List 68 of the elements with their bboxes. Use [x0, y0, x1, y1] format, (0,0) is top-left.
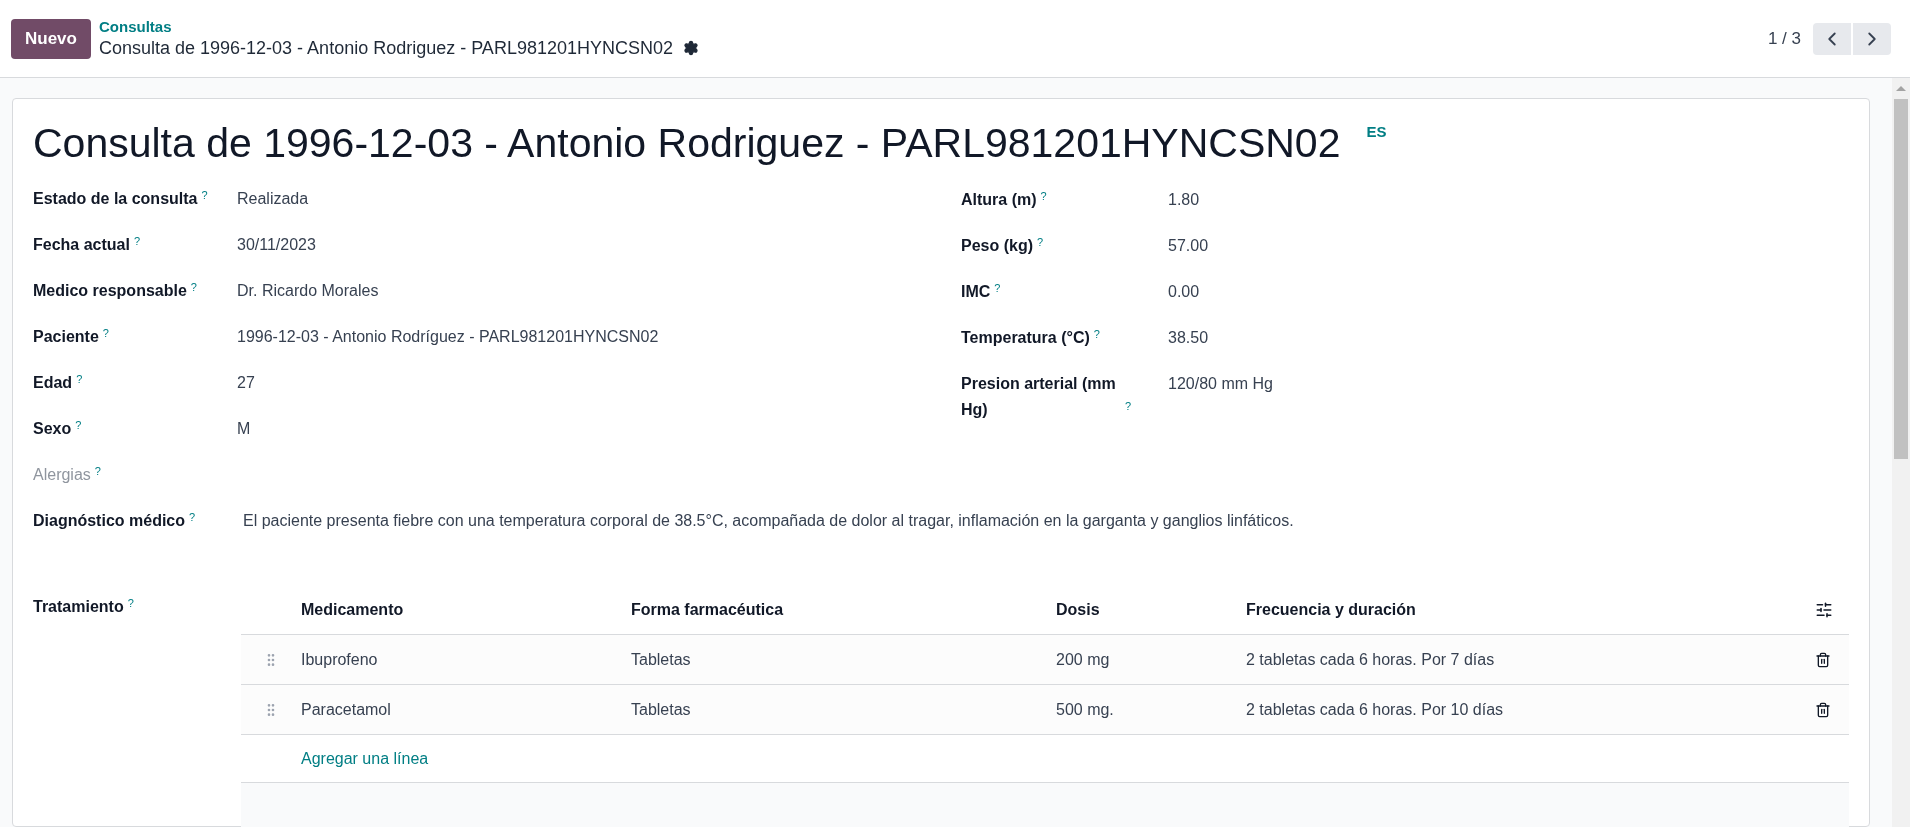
table-cell: Tabletas — [631, 650, 691, 668]
table-cell: 200 mg — [1056, 650, 1110, 668]
field-value[interactable]: 0.00 — [1168, 279, 1200, 305]
field-label: Diagnóstico médico — [33, 512, 186, 529]
breadcrumb-link[interactable]: Consultas — [98, 17, 699, 36]
next-button[interactable] — [1853, 22, 1891, 55]
help-tooltip-icon[interactable]: ? — [76, 372, 83, 385]
field-label: Medico responsable — [33, 282, 187, 299]
table-cell: 2 tabletas cada 6 horas. Por 7 días — [1246, 650, 1495, 668]
table-cell: Ibuprofeno — [301, 650, 378, 668]
help-tooltip-icon[interactable]: ? — [1037, 235, 1044, 248]
help-tooltip-icon[interactable]: ? — [127, 596, 134, 609]
help-tooltip-icon[interactable]: ? — [75, 418, 82, 431]
field-value[interactable]: 38.50 — [1168, 325, 1209, 351]
field-label: IMC — [961, 282, 991, 302]
help-tooltip-icon[interactable]: ? — [1093, 327, 1100, 340]
scrollbar[interactable] — [1892, 78, 1910, 827]
scrollbar-thumb[interactable] — [1894, 99, 1908, 459]
field-label: Sexo — [33, 420, 72, 437]
help-tooltip-icon[interactable]: ? — [201, 188, 208, 201]
column-header[interactable]: Frecuencia y duración — [1246, 600, 1416, 618]
form-title: Consulta de 1996-12-03 - Antonio Rodriguez - PARL981201HYNCSN02 — [33, 119, 1341, 167]
field-label: Tratamiento — [33, 598, 124, 615]
field-value[interactable]: 120/80 mm Hg — [1168, 371, 1273, 397]
add-line-link[interactable]: Agregar una línea — [301, 746, 429, 771]
help-tooltip-icon[interactable]: ? — [1040, 189, 1047, 202]
diagnosis-text[interactable]: El paciente presenta fiebre con una temperatura corporal de 38.5°C, acompañada de dolor al tragar, inflamación en la garganta y ganglios linfáticos. — [243, 509, 1294, 533]
scroll-up-icon[interactable] — [1896, 86, 1906, 91]
table-cell: Tabletas — [631, 700, 691, 718]
field-value[interactable]: 27 — [237, 371, 255, 395]
previous-button[interactable] — [1813, 22, 1851, 55]
field-value[interactable]: Realizada — [237, 187, 309, 211]
field-label: Peso (kg) — [961, 236, 1033, 256]
field-label: Edad — [33, 374, 73, 391]
field-value[interactable]: 30/11/2023 — [237, 233, 316, 257]
delete-icon[interactable] — [1815, 651, 1831, 668]
field-value[interactable]: 57.00 — [1168, 233, 1209, 259]
pager-counter: 1 / 3 — [1767, 27, 1801, 50]
table-cell: Paracetamol — [301, 700, 391, 718]
table-cell: 500 mg. — [1056, 700, 1114, 718]
language-button[interactable]: ES — [1366, 121, 1387, 144]
field-label: Fecha actual — [33, 236, 130, 253]
column-settings-icon[interactable] — [1815, 600, 1833, 619]
column-header[interactable]: Medicamento — [301, 600, 404, 618]
table-cell: 2 tabletas cada 6 horas. Por 10 días — [1246, 700, 1504, 718]
column-header[interactable]: Forma farmacéutica — [631, 600, 784, 618]
field-label: Estado de la consulta — [33, 190, 198, 207]
help-tooltip-icon[interactable]: ? — [189, 510, 196, 523]
field-value[interactable]: 1996-12-03 - Antonio Rodríguez - PARL981201HYNCSN02 — [237, 325, 659, 349]
field-value[interactable]: M — [237, 417, 251, 441]
field-label: Alergias — [33, 466, 91, 483]
field-value[interactable]: Dr. Ricardo Morales — [237, 279, 379, 303]
column-header[interactable]: Dosis — [1056, 600, 1100, 618]
field-label: Paciente — [33, 328, 99, 345]
new-button[interactable]: Nuevo — [11, 18, 91, 59]
field-label: Altura (m) — [961, 190, 1037, 210]
help-tooltip-icon[interactable]: ? — [94, 464, 101, 477]
record-title: Consulta de 1996-12-03 - Antonio Rodriguez - PARL981201HYNCSN02 — [98, 36, 673, 60]
help-tooltip-icon[interactable]: ? — [190, 280, 197, 293]
help-tooltip-icon[interactable]: ? — [994, 281, 1001, 294]
field-value[interactable]: 1.80 — [1168, 187, 1200, 213]
help-tooltip-icon[interactable]: ? — [133, 234, 141, 247]
settings-icon[interactable] — [683, 39, 699, 56]
field-label: Temperatura (°C) — [961, 328, 1090, 348]
help-tooltip-icon[interactable]: ? — [1125, 399, 1132, 412]
delete-icon[interactable] — [1815, 701, 1831, 718]
help-tooltip-icon[interactable]: ? — [102, 326, 109, 339]
field-label: Presion arterial (mm Hg) — [961, 374, 1117, 420]
